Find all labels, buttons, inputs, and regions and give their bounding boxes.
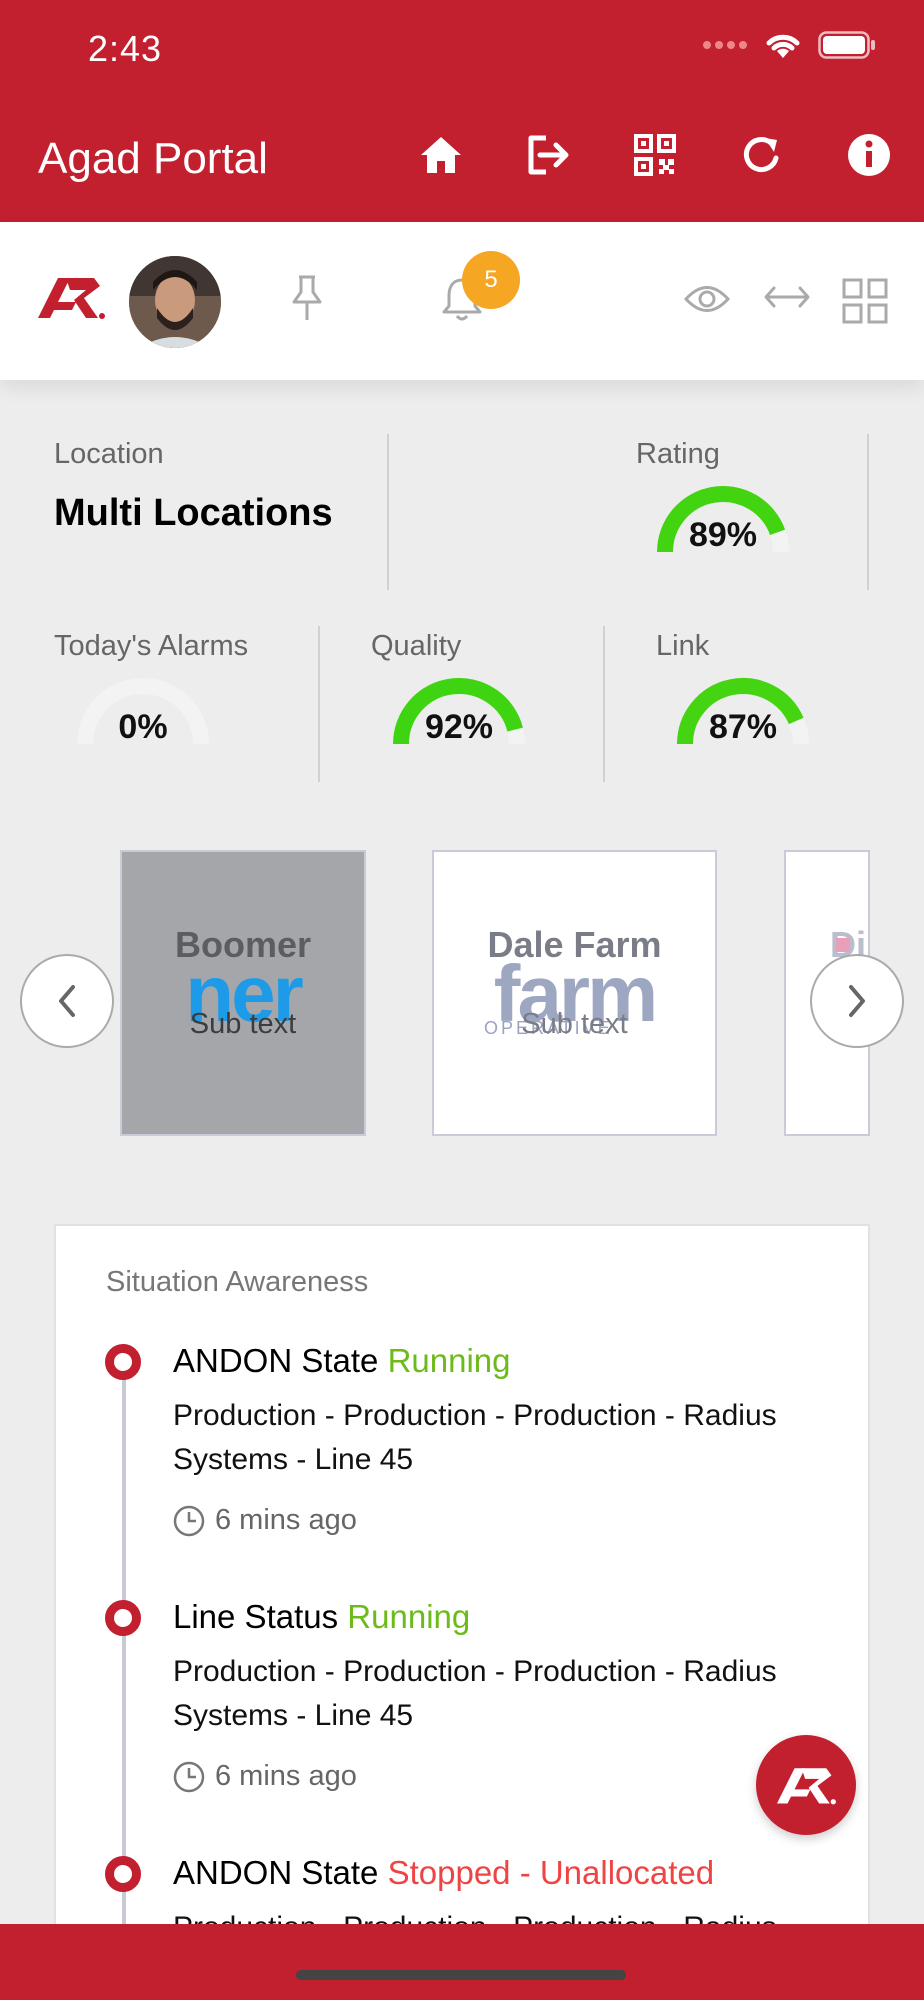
timeline-dot [105, 1344, 141, 1380]
quality-value: 92% [424, 708, 494, 746]
notification-badge: 5 [462, 251, 520, 309]
app-bar: 2:43 Agad Portal [0, 0, 924, 222]
event-time: 6 mins ago [173, 1760, 357, 1793]
layout-button[interactable] [842, 278, 888, 329]
card-subtext: Sub text [189, 1008, 297, 1040]
brand-logo-icon [776, 1768, 836, 1805]
event-description: Production - Production - Production - R… [173, 1399, 777, 1476]
rating-value: 89% [688, 516, 758, 554]
event-type: ANDON State [173, 1342, 379, 1379]
event-state: Running [387, 1342, 511, 1379]
info-button[interactable] [844, 130, 894, 180]
refresh-icon [743, 137, 779, 172]
event-state: Stopped - Unallocated [387, 1854, 715, 1891]
signal-icon [703, 41, 747, 49]
logout-icon [528, 135, 569, 175]
link-value: 87% [708, 708, 778, 746]
event-title: ANDON State Running [173, 1342, 511, 1380]
bottom-bar [0, 1924, 924, 2000]
refresh-button[interactable] [737, 130, 787, 180]
event-description: Production - Production - Production - R… [173, 1655, 777, 1732]
chevron-right-icon [849, 985, 865, 1017]
alarms-value: 0% [118, 708, 168, 746]
card-logo-mark [836, 938, 850, 952]
expand-button[interactable] [762, 282, 812, 317]
pin-icon [292, 275, 322, 320]
clock-icon [173, 1505, 205, 1536]
brand-logo-icon [38, 278, 105, 319]
resize-horizontal-icon [764, 286, 810, 308]
timeline-line [122, 1360, 126, 1940]
carousel-next-button[interactable] [810, 954, 904, 1048]
floating-action-button[interactable] [756, 1735, 856, 1835]
carousel-prev-button[interactable] [20, 954, 114, 1048]
divider [387, 434, 389, 590]
home-indicator[interactable] [296, 1970, 626, 1980]
chevron-left-icon [59, 985, 75, 1017]
timeline-dot [105, 1856, 141, 1892]
status-icons [702, 30, 876, 60]
link-label: Link [656, 630, 710, 662]
home-icon [421, 137, 461, 173]
app-title: Agad Portal [38, 134, 268, 183]
pin-button[interactable] [290, 274, 324, 327]
brand-logo [36, 272, 106, 327]
timeline-dot [105, 1600, 141, 1636]
card-title: Dale Farm [487, 924, 662, 965]
location-card-boomer[interactable]: ner Boomer Sub text [120, 850, 366, 1136]
quality-label: Quality [371, 630, 462, 662]
alarms-label: Today's Alarms [54, 630, 249, 662]
event-state: Running [347, 1598, 471, 1635]
home-button[interactable] [416, 130, 466, 180]
location-label: Location [54, 438, 164, 470]
status-time: 2:43 [88, 28, 163, 69]
event-title: ANDON State Stopped - Unallocated [173, 1854, 714, 1892]
avatar[interactable] [129, 256, 221, 348]
rating-label: Rating [636, 438, 720, 470]
eye-icon [683, 286, 731, 312]
event-time-text: 6 mins ago [215, 1760, 357, 1792]
wifi-icon [766, 34, 800, 58]
avatar-image [129, 256, 221, 348]
info-icon [848, 134, 890, 176]
qr-scan-button[interactable] [630, 130, 680, 180]
view-toggle-button[interactable] [683, 282, 731, 321]
battery-icon [818, 31, 875, 59]
header-actions [416, 130, 894, 180]
card-title: Boomer [174, 924, 312, 965]
location-card-dale-farm[interactable]: farm OPERATIVE Dale Farm Sub text [432, 850, 717, 1136]
card-subtext: Sub text [521, 1008, 628, 1040]
clock-icon [173, 1761, 205, 1792]
situation-awareness-title: Situation Awareness [106, 1266, 369, 1298]
event-type: ANDON State [173, 1854, 379, 1891]
event-time-text: 6 mins ago [215, 1504, 357, 1536]
logout-button[interactable] [523, 130, 573, 180]
divider [867, 434, 869, 590]
event-type: Line Status [173, 1598, 339, 1635]
divider [603, 626, 605, 782]
location-value: Multi Locations [54, 492, 333, 534]
divider [318, 626, 320, 782]
event-title: Line Status Running [173, 1598, 470, 1636]
event-time: 6 mins ago [173, 1504, 357, 1537]
grid-view-icon [842, 278, 888, 324]
qr-code-icon [634, 134, 676, 176]
